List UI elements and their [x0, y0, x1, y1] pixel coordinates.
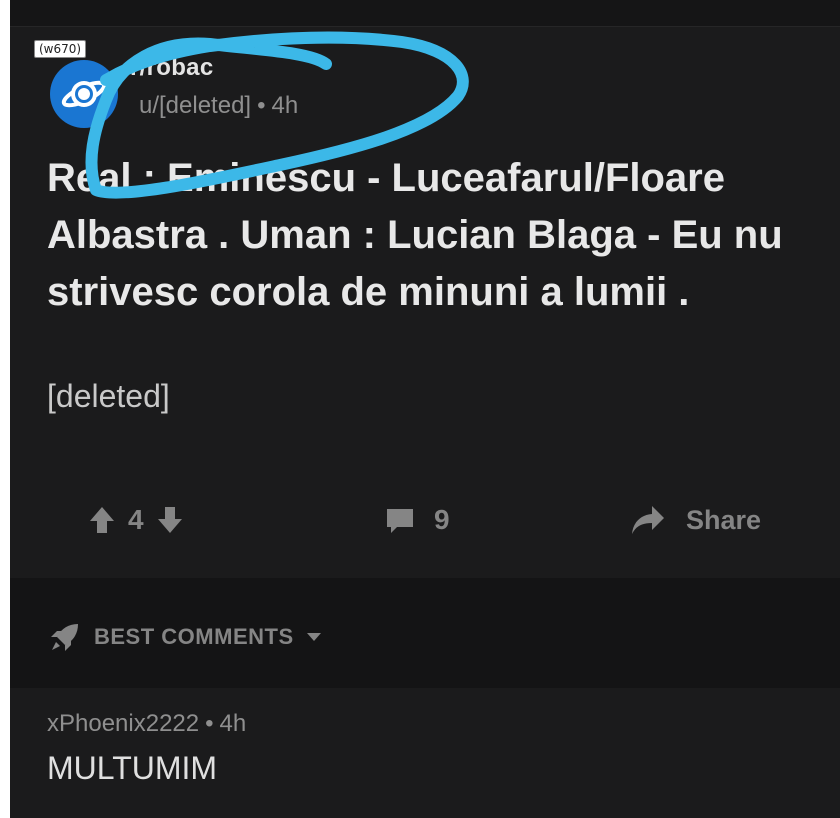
- sort-dropdown[interactable]: BEST COMMENTS: [48, 620, 322, 654]
- comment-meta: xPhoenix2222 • 4h: [47, 710, 246, 738]
- share-icon: [632, 506, 664, 534]
- separator-dot: •: [205, 710, 214, 737]
- sort-label: BEST COMMENTS: [94, 624, 294, 649]
- post-action-bar: 4 9 Share: [10, 496, 840, 548]
- post-title[interactable]: Real : Eminescu - Luceafarul/Floare Alba…: [47, 150, 827, 321]
- screenshot-frame: r/robac u/[deleted] • 4h Real : Eminescu -…: [10, 0, 840, 818]
- share-button[interactable]: Share: [630, 504, 761, 536]
- separator-dot: •: [257, 92, 266, 119]
- top-bar: [10, 0, 840, 27]
- vote-score: 4: [128, 504, 144, 535]
- comment-count: 9: [434, 504, 450, 535]
- subreddit-avatar[interactable]: [50, 60, 118, 128]
- post-author[interactable]: u/[deleted]: [139, 92, 251, 119]
- comments-button[interactable]: 9: [384, 504, 450, 536]
- post-body: [deleted]: [47, 378, 170, 414]
- vote-group: 4: [88, 504, 184, 536]
- image-size-tag: (w670): [34, 40, 87, 58]
- comment-time: 4h: [219, 710, 247, 737]
- chevron-down-icon: [306, 633, 321, 641]
- share-label: Share: [686, 504, 762, 535]
- upvote-icon[interactable]: [88, 505, 116, 535]
- comment-icon: [387, 509, 413, 533]
- comment-text: MULTUMIM: [47, 750, 218, 786]
- rocket-icon: [51, 624, 78, 651]
- subreddit-name[interactable]: r/robac: [130, 54, 213, 82]
- comment-author[interactable]: xPhoenix2222: [47, 710, 199, 737]
- planet-icon: [61, 80, 107, 108]
- post-meta: u/[deleted] • 4h: [139, 92, 298, 120]
- downvote-icon[interactable]: [156, 505, 184, 535]
- post-time: 4h: [271, 92, 299, 119]
